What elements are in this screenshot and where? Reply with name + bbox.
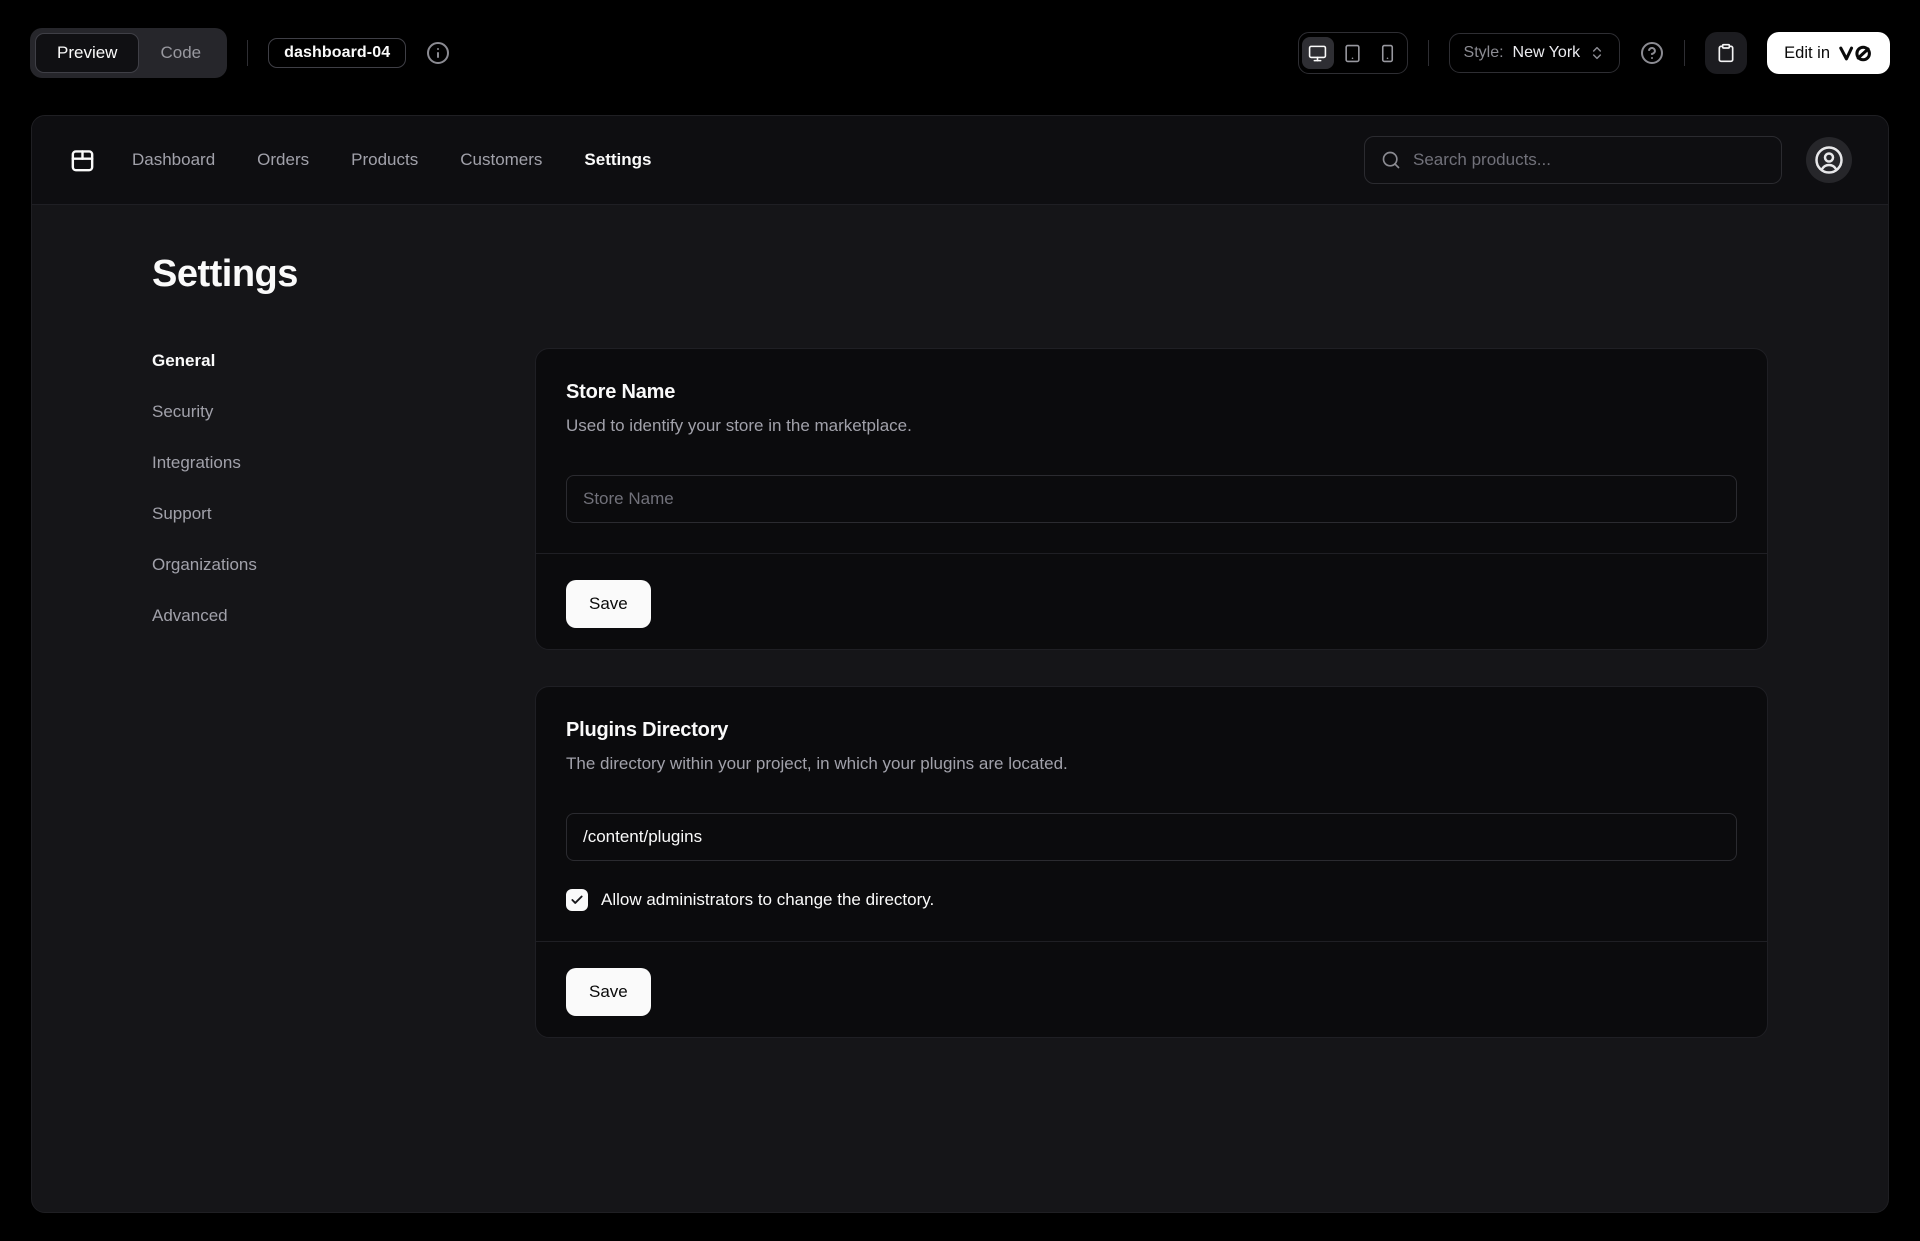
nav-item-settings[interactable]: Settings [584, 150, 651, 170]
style-select[interactable]: Style: New York [1449, 33, 1621, 73]
copy-code-button[interactable] [1705, 32, 1747, 74]
sidebar-item-general[interactable]: General [152, 348, 402, 374]
divider [1428, 40, 1429, 66]
toolbar-left: Preview Code dashboard-04 [30, 28, 450, 78]
check-icon [570, 893, 584, 907]
package-icon[interactable] [68, 146, 97, 175]
store-name-card: Store Name Used to identify your store i… [535, 348, 1768, 650]
app-navbar: Dashboard Orders Products Customers Sett… [32, 116, 1888, 205]
sidebar-item-integrations[interactable]: Integrations [152, 450, 402, 476]
chevrons-up-down-icon [1589, 45, 1605, 61]
nav-item-customers[interactable]: Customers [460, 150, 542, 170]
style-select-value: New York [1513, 44, 1581, 62]
user-circle-icon [1814, 145, 1844, 175]
plugins-directory-card: Plugins Directory The directory within y… [535, 686, 1768, 1038]
plugins-directory-input[interactable] [566, 813, 1737, 861]
help-icon[interactable] [1640, 41, 1664, 65]
card-description: The directory within your project, in wh… [566, 753, 1737, 775]
tablet-icon [1343, 44, 1362, 63]
allow-admin-checkbox-row: Allow administrators to change the direc… [566, 889, 1737, 911]
page-title: Settings [152, 253, 1768, 296]
card-footer: Save [536, 941, 1767, 1037]
card-footer: Save [536, 553, 1767, 649]
monitor-icon [1308, 44, 1327, 63]
divider [247, 40, 248, 66]
smartphone-icon [1378, 44, 1397, 63]
edit-in-v0-button[interactable]: Edit in [1767, 32, 1890, 74]
sidebar-item-advanced[interactable]: Advanced [152, 603, 402, 629]
search-input[interactable] [1413, 150, 1765, 170]
viewport-toggle-group [1298, 32, 1408, 74]
desktop-viewport-button[interactable] [1302, 37, 1334, 69]
nav-item-orders[interactable]: Orders [257, 150, 309, 170]
tablet-viewport-button[interactable] [1337, 37, 1369, 69]
save-button[interactable]: Save [566, 580, 651, 628]
store-name-input[interactable] [566, 475, 1737, 523]
card-description: Used to identify your store in the marke… [566, 415, 1737, 437]
divider [1684, 40, 1685, 66]
sidebar-item-organizations[interactable]: Organizations [152, 552, 402, 578]
code-tab[interactable]: Code [139, 33, 222, 73]
settings-side-nav: General Security Integrations Support Or… [152, 348, 402, 629]
sidebar-item-security[interactable]: Security [152, 399, 402, 425]
nav-item-products[interactable]: Products [351, 150, 418, 170]
project-name-badge[interactable]: dashboard-04 [268, 38, 406, 68]
search-icon [1381, 150, 1401, 170]
app-nav-links: Dashboard Orders Products Customers Sett… [132, 150, 651, 170]
style-select-label: Style: [1464, 44, 1504, 62]
allow-admin-checkbox[interactable] [566, 889, 588, 911]
preview-tab[interactable]: Preview [35, 33, 139, 73]
toolbar-right: Style: New York Edit in [1298, 32, 1890, 74]
v0-logo-icon [1839, 45, 1873, 62]
nav-item-dashboard[interactable]: Dashboard [132, 150, 215, 170]
edit-in-v0-label: Edit in [1784, 44, 1830, 63]
search-box [1364, 136, 1782, 184]
info-icon[interactable] [426, 41, 450, 65]
clipboard-icon [1716, 43, 1736, 63]
card-title: Plugins Directory [566, 717, 1737, 743]
sidebar-item-support[interactable]: Support [152, 501, 402, 527]
mobile-viewport-button[interactable] [1372, 37, 1404, 69]
save-button[interactable]: Save [566, 968, 651, 1016]
card-title: Store Name [566, 379, 1737, 405]
settings-page: Settings General Security Integrations S… [32, 205, 1888, 1038]
v0-toolbar: Preview Code dashboard-04 [0, 0, 1920, 106]
preview-code-toggle: Preview Code [30, 28, 227, 78]
preview-frame: Dashboard Orders Products Customers Sett… [31, 115, 1889, 1213]
user-menu-button[interactable] [1806, 137, 1852, 183]
allow-admin-checkbox-label[interactable]: Allow administrators to change the direc… [601, 890, 934, 910]
